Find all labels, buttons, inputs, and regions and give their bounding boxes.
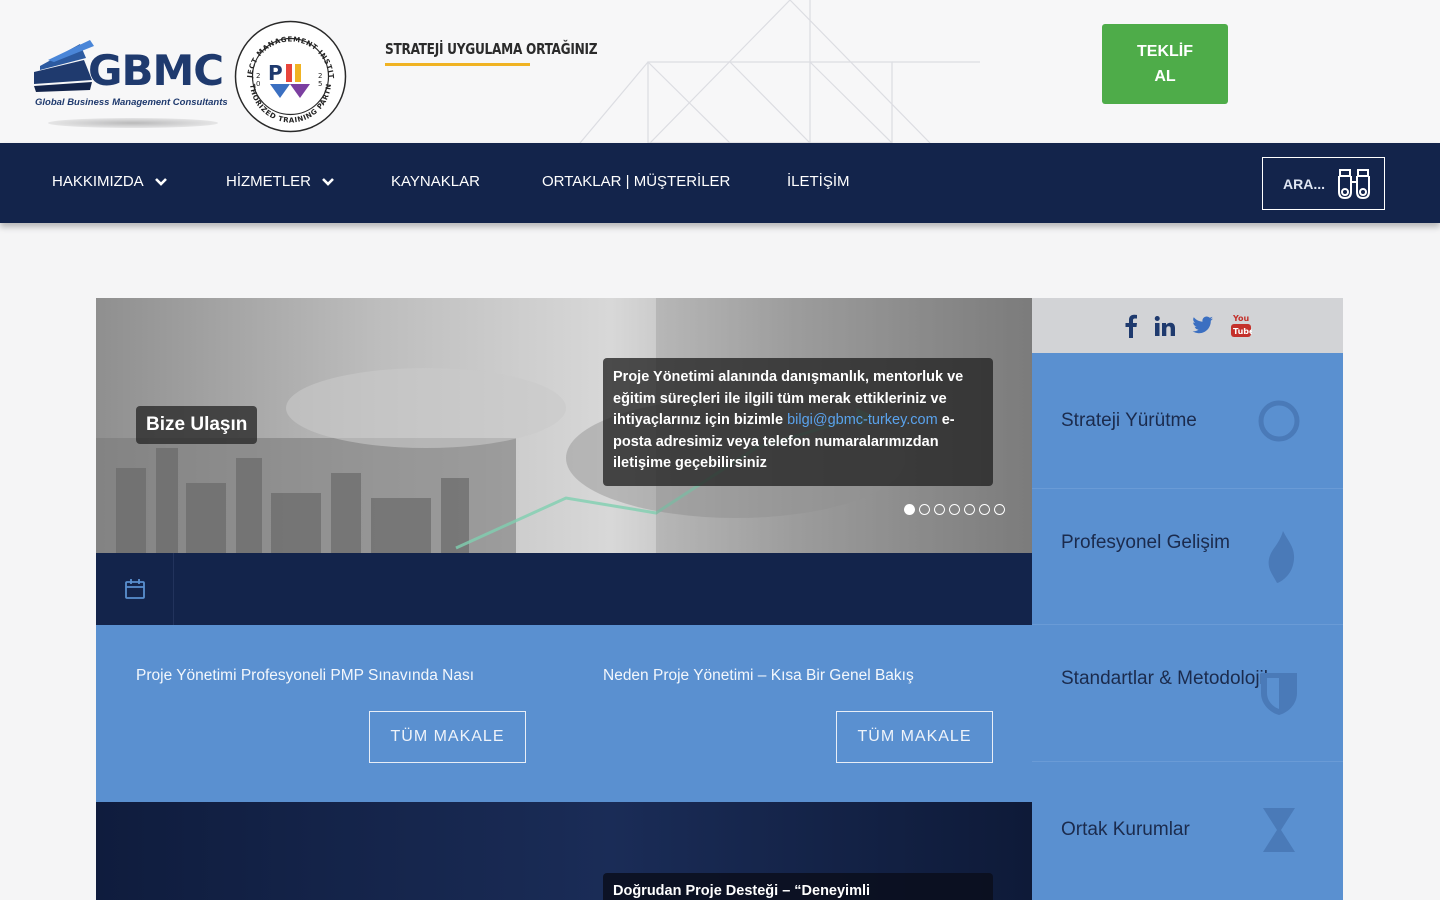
read-article-button[interactable]: TÜM MAKALE [836, 711, 993, 763]
nav-item-label: KAYNAKLAR [391, 173, 480, 190]
ring-icon [1258, 400, 1300, 442]
cta-line-1: TEKLİF [1137, 43, 1193, 60]
read-article-button[interactable]: TÜM MAKALE [369, 711, 526, 763]
nav-item-label: ORTAKLAR | MÜŞTERİLER [542, 173, 731, 190]
article-meta-bar [96, 553, 1032, 625]
sidebar-item-professional-development[interactable]: Profesyonel Gelişim [1032, 489, 1343, 625]
hourglass-icon [1263, 808, 1295, 852]
nav-item-ortaklar-musteriler[interactable]: ORTAKLAR | MÜŞTERİLER [542, 173, 730, 190]
youtube-icon[interactable]: You Tube [1230, 313, 1252, 339]
nav-item-label: İLETİŞİM [787, 173, 850, 190]
slider-dot[interactable] [949, 504, 960, 515]
logo-shadow [48, 118, 218, 128]
sidebar-item-standards-methodologies[interactable]: Standartlar & Metodolojiler [1032, 625, 1343, 762]
nav-item-iletisim[interactable]: İLETİŞİM [787, 173, 850, 190]
twitter-icon[interactable] [1191, 316, 1214, 336]
slider-dot[interactable] [904, 504, 915, 515]
sidebar-item-strategy-execution[interactable]: Strateji Yürütme [1032, 353, 1343, 489]
svg-text:0: 0 [256, 80, 260, 88]
slider-dot[interactable] [934, 504, 945, 515]
sidebar-item-label: Standartlar & Metodolojiler [1061, 668, 1285, 689]
svg-text:2: 2 [318, 72, 322, 80]
articles-section: Proje Yönetimi Profesyoneli PMP Sınavınd… [96, 625, 1032, 802]
slider-dot[interactable] [964, 504, 975, 515]
svg-text:P: P [268, 61, 283, 85]
chevron-down-icon [322, 177, 334, 186]
calendar-cell [96, 553, 174, 625]
get-quote-button[interactable]: TEKLİF AL [1102, 24, 1228, 104]
slider-dots [904, 504, 1005, 515]
nav-item-kaynaklar[interactable]: KAYNAKLAR [391, 173, 480, 190]
tagline-underline [385, 63, 530, 66]
contact-email-link[interactable]: bilgi@gbmc-turkey.com [787, 412, 938, 428]
calendar-icon [124, 579, 145, 599]
header-background-pattern [579, 0, 980, 143]
gbmc-logo[interactable]: GBMC Global Business Management Consulta… [34, 38, 228, 134]
nav-item-hizmetler[interactable]: HİZMETLER [226, 173, 335, 190]
site-tagline: STRATEJİ UYGULAMA ORTAĞINIZ [385, 40, 598, 58]
facebook-icon[interactable] [1124, 314, 1138, 338]
logo-text: GBMC [88, 46, 224, 95]
sidebar-item-partner-institutions[interactable]: Ortak Kurumlar [1032, 762, 1343, 900]
sidebar-item-label: Profesyonel Gelişim [1061, 532, 1230, 553]
cta-line-2: AL [1154, 68, 1176, 85]
svg-text:2: 2 [256, 72, 260, 80]
logo-subtitle: Global Business Management Consultants [35, 97, 228, 108]
pmi-partner-badge: PROJECT MANAGEMENT INSTITUTE AUTHORIZED … [234, 20, 347, 133]
nav-item-label: HAKKIMIZDA [52, 173, 144, 190]
binoculars-icon [1338, 168, 1370, 199]
nav-item-hakkimizda[interactable]: HAKKIMIZDA [52, 173, 168, 190]
slider-dot[interactable] [979, 504, 990, 515]
shield-icon [1261, 673, 1297, 715]
nav-item-label: HİZMETLER [226, 173, 312, 190]
slider-dot[interactable] [994, 504, 1005, 515]
svg-text:You: You [1232, 314, 1250, 323]
hero-contact-label[interactable]: Bize Ulaşın [136, 406, 258, 444]
svg-text:5: 5 [318, 80, 322, 88]
article-title-link[interactable]: Proje Yönetimi Profesyoneli PMP Sınavınd… [136, 667, 474, 685]
sidebar-item-label: Strateji Yürütme [1061, 410, 1197, 431]
logo-mark-icon [34, 40, 94, 92]
article-title-link[interactable]: Neden Proje Yönetimi – Kısa Bir Genel Ba… [603, 667, 914, 685]
svg-text:Tube: Tube [1233, 327, 1252, 336]
secondary-caption: Doğrudan Proje Desteği – “Deneyimli [603, 873, 993, 900]
secondary-slider: Doğrudan Proje Desteği – “Deneyimli [96, 802, 1032, 900]
hero-caption: Proje Yönetimi alanında danışmanlık, men… [603, 358, 993, 486]
site-header: GBMC Global Business Management Consulta… [0, 0, 1440, 143]
sidebar-item-label: Ortak Kurumlar [1061, 819, 1190, 840]
flame-icon [1268, 531, 1295, 583]
chevron-down-icon [154, 177, 167, 186]
linkedin-icon[interactable] [1154, 315, 1176, 337]
slider-dot[interactable] [919, 504, 930, 515]
services-sidebar: Strateji Yürütme Profesyonel Gelişim Sta… [1032, 353, 1343, 900]
main-navigation: HAKKIMIZDA HİZMETLER KAYNAKLAR ORTAKLAR … [0, 143, 1440, 223]
social-links-bar: You Tube [1032, 298, 1343, 353]
hero-slider: Bize Ulaşın Proje Yönetimi alanında danı… [96, 298, 1032, 553]
search-label: ARA... [1283, 175, 1325, 192]
search-button[interactable]: ARA... [1262, 157, 1385, 210]
